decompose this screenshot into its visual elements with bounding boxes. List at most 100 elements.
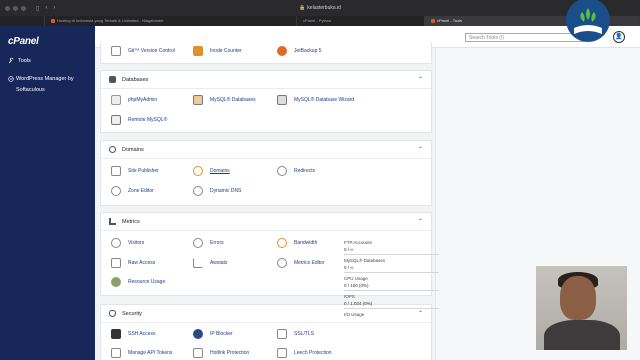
window-controls[interactable] — [5, 5, 26, 11]
panel-header[interactable]: Metrics ⌃ — [101, 213, 431, 231]
tool-label: Visitors — [128, 240, 145, 246]
tool-raw-access[interactable]: Raw Access — [111, 258, 155, 268]
errors-icon — [193, 238, 203, 248]
remote-mysql-icon — [111, 115, 121, 125]
chevron-up-icon[interactable]: ⌃ — [418, 218, 423, 225]
close-window-icon[interactable] — [5, 5, 10, 11]
chevron-up-icon[interactable]: ⌃ — [418, 76, 423, 83]
panel-title: Metrics — [122, 218, 140, 225]
browser-toolbar: ▯ ‹ › 🔒 kelasterbuka.id — [0, 0, 640, 16]
ssh-icon — [111, 329, 121, 339]
tool-api-tokens[interactable]: Manage API Tokens — [111, 348, 172, 358]
presenter-face — [560, 276, 596, 320]
tool-mysql-databases[interactable]: MySQL® Databases — [193, 95, 256, 105]
dynamic-dns-icon — [193, 186, 203, 196]
tool-redirects[interactable]: Redirects — [277, 166, 315, 176]
tool-ssl-tls[interactable]: SSL/TLS — [277, 329, 314, 339]
zoom-window-icon[interactable] — [21, 5, 26, 11]
tool-label: JetBackup 5 — [294, 48, 322, 54]
panel-header[interactable]: Databases ⌃ — [101, 71, 431, 89]
tool-label: MySQL® Databases — [210, 97, 256, 103]
tool-zone-editor[interactable]: Zone Editor — [111, 186, 154, 196]
panel-databases: Databases ⌃ phpMyAdmin MySQL® Databases … — [100, 70, 432, 133]
tool-label: Site Publisher — [128, 168, 159, 174]
tool-site-publisher[interactable]: Site Publisher — [111, 166, 159, 176]
stat-label: IOPS — [344, 294, 355, 299]
tool-git[interactable]: Git™ Version Control — [111, 46, 175, 56]
chevron-up-icon[interactable]: ⌃ — [418, 146, 423, 153]
tool-label: Metrics Editor — [294, 260, 325, 266]
tool-label: Git™ Version Control — [128, 48, 175, 54]
tool-errors[interactable]: Errors — [193, 238, 224, 248]
stat-label: FTP Accounts — [344, 240, 372, 245]
cpanel-logo[interactable]: cPanel — [8, 36, 39, 47]
tool-label: Awstats — [210, 260, 228, 266]
sidebar-item-wordpress[interactable]: W WordPress Manager by Softaculous — [8, 74, 88, 96]
back-icon[interactable]: ‹ — [45, 5, 47, 12]
tool-bandwidth[interactable]: Bandwidth — [277, 238, 317, 248]
tool-inode-counter[interactable]: Inode Counter — [193, 46, 242, 56]
mysql-icon — [193, 95, 203, 105]
sidebar-item-tools[interactable]: Tools — [8, 58, 31, 64]
tool-dynamic-dns[interactable]: Dynamic DNS — [193, 186, 241, 196]
panel-title: Domains — [122, 146, 144, 153]
favicon-icon — [431, 18, 435, 23]
stat-cpu-usage: CPU Usage 0 / 100 (0%) — [344, 276, 444, 291]
wrench-icon — [8, 58, 14, 64]
tool-leech-protection[interactable]: Leech Protection — [277, 348, 332, 358]
resource-usage-icon — [111, 277, 121, 287]
sidebar-toggle-icon[interactable]: ▯ — [36, 5, 39, 12]
tool-jetbackup[interactable]: JetBackup 5 — [277, 46, 322, 56]
tool-phpmyadmin[interactable]: phpMyAdmin — [111, 95, 157, 105]
api-tokens-icon — [111, 348, 121, 358]
inode-icon — [193, 46, 203, 56]
favicon-icon — [51, 18, 55, 23]
statistics-panel: FTP Accounts 0 / ∞ MySQL® Databases 0 / … — [344, 240, 444, 320]
tool-ssh-access[interactable]: SSH Access — [111, 329, 156, 339]
stat-label: I/O Usage — [344, 312, 365, 317]
lock-icon: 🔒 — [299, 5, 306, 11]
tool-label: SSH Access — [128, 331, 156, 337]
tool-label: Manage API Tokens — [128, 350, 173, 356]
tab-1[interactable] — [0, 16, 45, 26]
ssl-icon — [277, 329, 287, 339]
address-bar[interactable]: 🔒 kelasterbuka.id — [250, 3, 390, 13]
sidebar: cPanel Tools W WordPress Manager by Soft… — [0, 26, 95, 360]
metrics-editor-icon — [277, 258, 287, 268]
stat-value: 0 / ∞ — [344, 247, 354, 252]
panel-title: Databases — [122, 76, 149, 83]
tool-resource-usage[interactable]: Resource Usage — [111, 277, 165, 287]
tool-remote-mysql[interactable]: Remote MySQL® — [111, 115, 167, 125]
tab-cpanel-python[interactable]: cPanel - Python — [297, 16, 425, 26]
stat-ftp-accounts: FTP Accounts 0 / ∞ — [344, 240, 444, 255]
tool-label: MySQL® Database Wizard — [294, 97, 355, 103]
ip-blocker-icon — [193, 329, 203, 339]
tab-niagahoster[interactable]: Hosting di Indonesia yang Terbaik & Unli… — [45, 16, 297, 26]
shield-icon — [109, 310, 116, 317]
jetbackup-icon — [277, 46, 287, 56]
svg-text:W: W — [10, 77, 13, 81]
stat-value: 0 / 1,024 (0%) — [344, 301, 373, 306]
minimize-window-icon[interactable] — [13, 5, 18, 11]
tool-label: Inode Counter — [210, 48, 242, 54]
tool-label: Zone Editor — [128, 188, 154, 194]
stat-mysql-databases: MySQL® Databases 0 / ∞ — [344, 258, 444, 273]
raw-access-icon — [111, 258, 121, 268]
panel-header[interactable]: Domains ⌃ — [101, 141, 431, 159]
url-text: kelasterbuka.id — [307, 5, 341, 11]
tool-domains[interactable]: Domains — [193, 166, 230, 176]
tool-ip-blocker[interactable]: IP Blocker — [193, 329, 233, 339]
globe-icon — [109, 146, 116, 153]
tool-hotlink-protection[interactable]: Hotlink Protection — [193, 348, 249, 358]
database-icon — [109, 76, 116, 83]
zone-editor-icon — [111, 186, 121, 196]
stat-io-usage: I/O Usage — [344, 312, 444, 317]
tool-visitors[interactable]: Visitors — [111, 238, 144, 248]
awstats-icon — [193, 258, 203, 268]
presenter-body — [544, 320, 620, 350]
mysql-wizard-icon — [277, 95, 287, 105]
tool-metrics-editor[interactable]: Metrics Editor — [277, 258, 325, 268]
tool-mysql-wizard[interactable]: MySQL® Database Wizard — [277, 95, 354, 105]
forward-icon[interactable]: › — [53, 5, 55, 12]
tool-awstats[interactable]: Awstats — [193, 258, 227, 268]
